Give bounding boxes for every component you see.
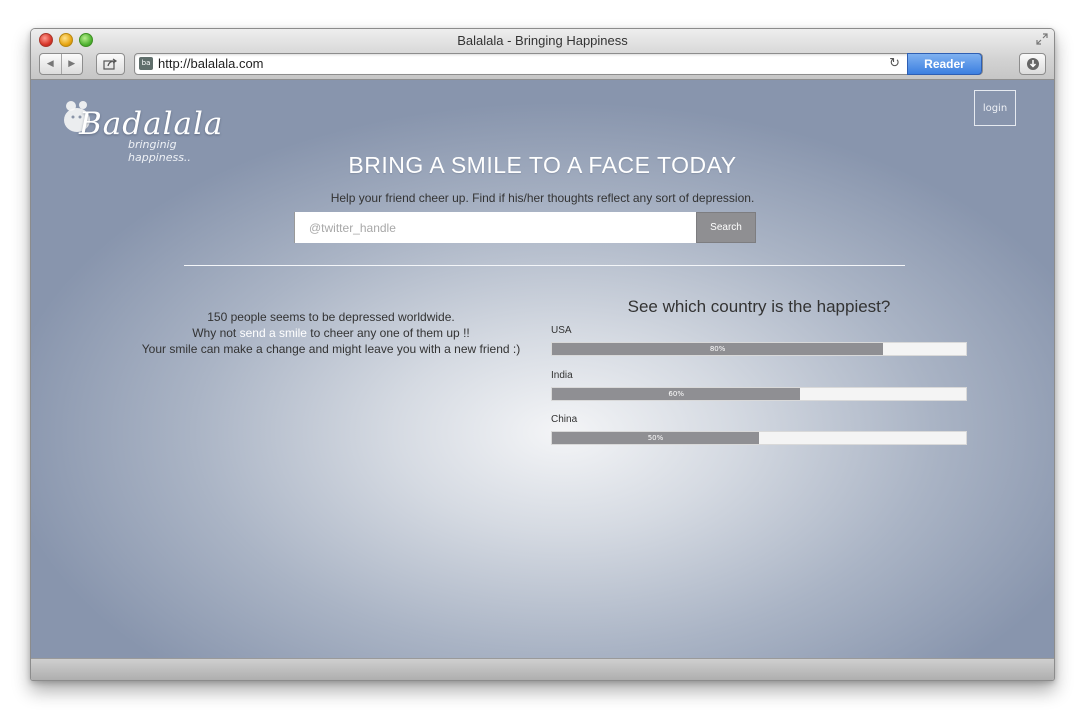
window-title: Balalala - Bringing Happiness — [457, 33, 628, 48]
forward-arrow-icon: ▶ — [68, 59, 76, 69]
bar-value-label: 60% — [668, 389, 684, 398]
site-favicon-icon: ba — [139, 57, 153, 70]
depressed-count-text: 150 people seems to be depressed worldwi… — [207, 310, 455, 324]
bar-track: 80% — [551, 342, 967, 356]
logo-wordmark: Badalala — [79, 106, 224, 142]
hero-title: BRING A SMILE TO A FACE TODAY — [348, 152, 737, 178]
download-icon — [1026, 58, 1039, 70]
send-a-smile-link[interactable]: send a smile — [240, 326, 307, 340]
send-smile-line: Why not send a smile to cheer any one of… — [111, 325, 551, 341]
hero-subtitle: Help your friend cheer up. Find if his/h… — [330, 191, 755, 205]
search-button[interactable]: Search — [696, 212, 756, 243]
title-bar: Balalala - Bringing Happiness ◀ ▶ ba htt… — [31, 29, 1054, 80]
downloads-button[interactable] — [1019, 53, 1046, 75]
forward-button[interactable]: ▶ — [60, 54, 83, 74]
bar-row-china: China 50% — [551, 414, 967, 445]
browser-window: Balalala - Bringing Happiness ◀ ▶ ba htt… — [30, 28, 1055, 681]
status-bar — [31, 658, 1054, 680]
bar-track: 60% — [551, 386, 967, 401]
bar-category-label: China — [551, 414, 578, 425]
smile-change-text: Your smile can make a change and might l… — [141, 342, 521, 356]
reload-icon[interactable]: ↻ — [889, 56, 900, 71]
fullscreen-icon[interactable] — [1036, 33, 1048, 45]
back-arrow-icon: ◀ — [46, 59, 54, 69]
bar-value-label: 50% — [647, 434, 664, 442]
bar-row-usa: USA 80% — [551, 325, 967, 356]
bar-category-label: India — [551, 369, 573, 381]
depression-info: 150 people seems to be depressed worldwi… — [111, 309, 551, 357]
bar-category-label: USA — [551, 325, 572, 336]
section-divider — [184, 265, 905, 266]
bar-row-india: India 60% — [551, 370, 967, 401]
twitter-handle-input[interactable] — [294, 212, 696, 243]
address-bar[interactable]: ba http://balalala.com ↻ Reader — [134, 53, 983, 75]
send-smile-suffix: to cheer any one of them up !! — [306, 326, 470, 340]
navigation-buttons: ◀ ▶ — [39, 53, 83, 75]
share-button[interactable] — [96, 53, 125, 75]
site-logo[interactable]: Badalala bringinig happiness.. — [61, 98, 231, 164]
login-button[interactable]: login — [974, 90, 1016, 126]
page-viewport: Badalala bringinig happiness.. login BRI… — [31, 80, 1054, 658]
reader-button[interactable]: Reader — [907, 53, 982, 75]
share-icon — [103, 58, 118, 70]
back-button[interactable]: ◀ — [40, 54, 61, 74]
happiness-chart-title: See which country is the happiest? — [627, 297, 891, 316]
bar-track: 50% — [551, 431, 967, 445]
bar-value-label: 80% — [709, 345, 726, 353]
url-text[interactable]: http://balalala.com — [158, 56, 264, 71]
send-smile-prefix: Why not — [192, 326, 240, 340]
